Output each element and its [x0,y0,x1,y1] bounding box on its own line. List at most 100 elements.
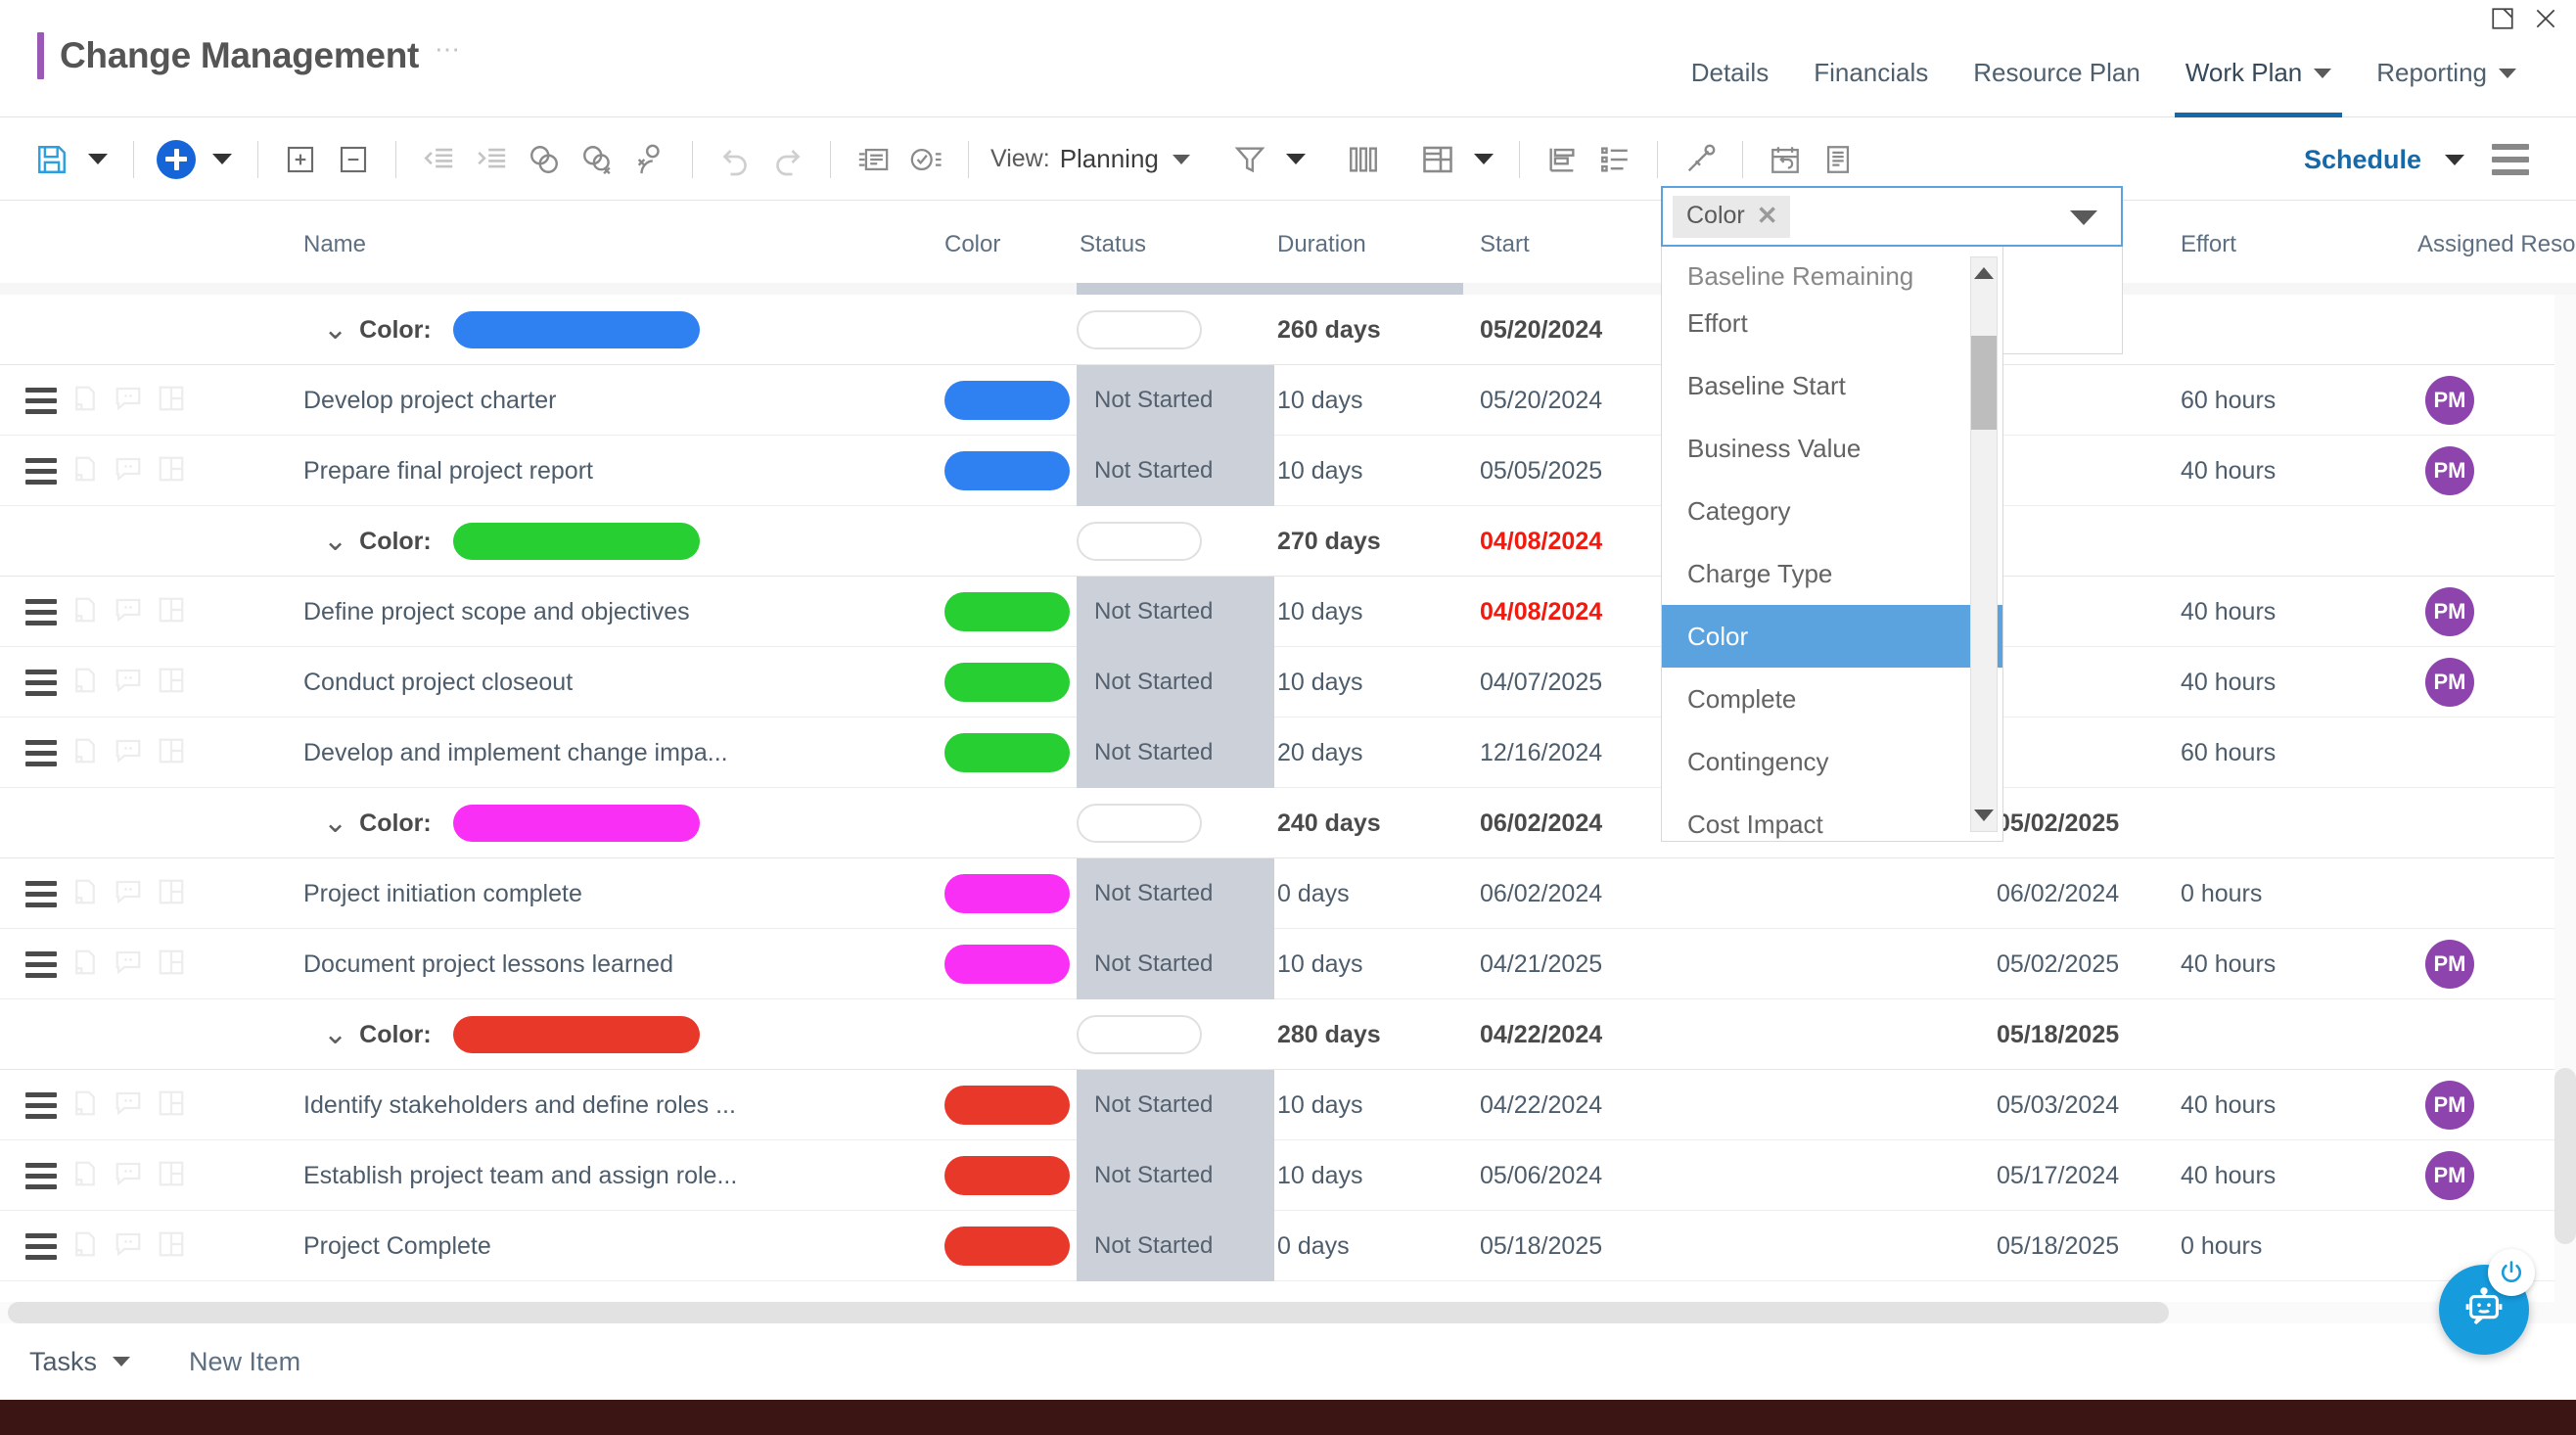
color-swatch-cell[interactable] [944,577,1070,647]
drag-handle-icon[interactable] [25,1091,57,1119]
group-row[interactable]: ⌄ Color: 270 days 04/08/2024 [0,506,2576,577]
group-header-cell[interactable]: ⌄ Color: [323,295,445,365]
calendar-revert-icon[interactable] [1759,133,1812,186]
color-swatch-cell[interactable] [944,1211,1070,1281]
sub-items-icon[interactable] [157,1088,186,1123]
status-badge[interactable]: Not Started [1077,718,1274,788]
color-swatch-cell[interactable] [944,718,1070,788]
table-row[interactable]: Project Complete Not Started 0 days 05/18/2… [0,1211,2576,1281]
table-row[interactable]: Prepare final project report Not Started 1… [0,436,2576,506]
notes-icon[interactable] [70,948,100,982]
avatar[interactable]: PM [2425,940,2474,989]
scroll-down-arrow-icon[interactable] [1974,810,1994,821]
sub-items-icon[interactable] [157,736,186,770]
field-option-cost-impact[interactable]: Cost Impact [1662,793,2002,841]
column-header-start[interactable]: Start [1480,231,1530,258]
drag-handle-icon[interactable] [25,669,57,696]
field-option-business-value[interactable]: Business Value [1662,417,2002,480]
effort-cell[interactable]: 40 hours [2181,929,2276,999]
finish-date-cell[interactable]: 05/18/2025 [1997,1211,2119,1281]
sub-items-icon[interactable] [157,948,186,982]
bottom-scroll-track[interactable] [0,1302,2576,1323]
sub-items-icon[interactable] [157,595,186,629]
color-swatch[interactable] [944,733,1070,772]
close-window-icon[interactable] [2533,6,2558,31]
hamburger-menu-icon[interactable] [2474,144,2547,175]
effort-cell[interactable]: 0 hours [2181,858,2262,929]
add-options-caret[interactable] [203,133,242,186]
tab-resource-plan[interactable]: Resource Plan [1951,58,2163,117]
drag-handle-icon[interactable] [25,1162,57,1189]
color-swatch[interactable] [944,874,1070,913]
finish-date-cell[interactable]: 05/02/2025 [1997,788,2119,858]
avatar[interactable]: PM [2425,587,2474,636]
field-option-charge-type[interactable]: Charge Type [1662,542,2002,605]
field-option-clipped[interactable]: Baseline Remaining [1662,247,2002,292]
table-row[interactable]: Project initiation complete Not Started 0 … [0,858,2576,929]
column-header-color[interactable]: Color [944,231,1000,258]
color-swatch-cell[interactable] [453,506,700,577]
tasks-dropdown[interactable]: Tasks [29,1347,131,1377]
indent-icon[interactable] [465,133,518,186]
color-swatch[interactable] [944,1156,1070,1195]
chevron-down-icon[interactable]: ⌄ [323,527,347,556]
field-picker-options-list[interactable]: Baseline Remaining Effort Baseline Start… [1661,247,2003,842]
table-row[interactable]: Define project scope and objectives Not S… [0,577,2576,647]
schedule-caret[interactable] [2435,133,2474,186]
grid-vertical-scroll-track[interactable] [2554,295,2576,1310]
drag-handle-icon[interactable] [25,739,57,766]
notes-icon[interactable] [70,666,100,700]
status-badge[interactable]: Not Started [1077,647,1274,718]
drag-handle-icon[interactable] [25,1232,57,1260]
task-details-icon[interactable] [847,133,899,186]
status-badge[interactable]: Not Started [1077,1211,1274,1281]
field-picker-input[interactable]: Color ✕ [1661,186,2123,247]
color-swatch[interactable] [944,592,1070,631]
sub-items-icon[interactable] [157,877,186,911]
chevron-down-icon[interactable]: ⌄ [323,315,347,345]
drag-handle-icon[interactable] [25,387,57,414]
drag-handle-icon[interactable] [25,457,57,485]
notes-icon[interactable] [70,1159,100,1193]
status-badge[interactable]: Not Started [1077,929,1274,999]
color-swatch-cell[interactable] [944,436,1070,506]
column-header-effort[interactable]: Effort [2181,231,2236,258]
start-date-cell[interactable]: 06/02/2024 [1480,858,1602,929]
undo-icon[interactable] [709,133,761,186]
duration-cell[interactable]: 10 days [1277,1070,1363,1140]
finish-date-cell[interactable]: 05/18/2025 [1997,999,2119,1070]
duration-cell[interactable]: 10 days [1277,1140,1363,1211]
finish-date-cell[interactable]: 05/02/2025 [1997,929,2119,999]
comments-icon[interactable] [114,1229,143,1264]
notes-icon[interactable] [70,454,100,488]
start-date-cell[interactable]: 04/08/2024 [1480,577,1602,647]
title-overflow-icon[interactable]: ⋯ [435,36,462,75]
assigned-resource-cell[interactable]: PM [2425,365,2474,436]
column-header-status[interactable]: Status [1080,231,1146,258]
duration-cell[interactable]: 280 days [1277,999,1381,1070]
task-name-cell[interactable]: Develop project charter [303,365,556,436]
status-badge[interactable]: Not Started [1077,436,1274,506]
start-date-cell[interactable]: 04/08/2024 [1480,506,1602,577]
outdent-icon[interactable] [412,133,465,186]
start-date-cell[interactable]: 05/06/2024 [1480,1140,1602,1211]
status-badge[interactable]: Not Started [1077,1140,1274,1211]
redo-icon[interactable] [761,133,814,186]
notes-icon[interactable] [70,384,100,418]
assigned-resource-cell[interactable]: PM [2425,1140,2474,1211]
comments-icon[interactable] [114,384,143,418]
avatar[interactable]: PM [2425,376,2474,425]
group-row[interactable]: ⌄ Color: 260 days 05/20/2024 [0,295,2576,365]
report-icon[interactable] [1812,133,1864,186]
field-option-complete[interactable]: Complete [1662,668,2002,730]
avatar[interactable]: PM [2425,446,2474,495]
effort-cell[interactable]: 40 hours [2181,577,2276,647]
assigned-resource-cell[interactable]: PM [2425,436,2474,506]
sub-items-icon[interactable] [157,454,186,488]
summary-bars-icon[interactable] [1536,133,1588,186]
collapse-all-icon[interactable] [327,133,380,186]
grouping-options-caret[interactable] [1464,133,1503,186]
expand-all-icon[interactable] [274,133,327,186]
tab-details[interactable]: Details [1669,58,1791,117]
comments-icon[interactable] [114,454,143,488]
